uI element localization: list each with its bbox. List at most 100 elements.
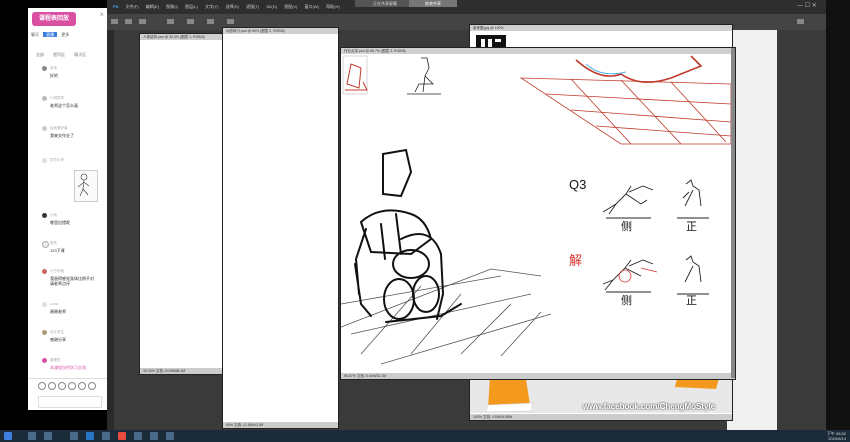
chat-input[interactable] <box>38 396 102 408</box>
emoji-icon[interactable] <box>38 382 46 390</box>
menu-layer[interactable]: 图层(L) <box>185 4 198 9</box>
brush-icon[interactable] <box>111 19 118 24</box>
ps-taskbar-icon[interactable] <box>86 432 94 440</box>
document-tab[interactable]: 参考图.jpg @ 100% <box>470 25 732 31</box>
menu-edit[interactable]: 编辑(E) <box>146 4 159 9</box>
menu-file[interactable]: 文件(F) <box>125 4 138 9</box>
sender-name: 管理员 <box>50 358 61 362</box>
sender-name: 绘画爱好者 <box>50 126 68 130</box>
sender-name: 学员小李 <box>50 158 64 162</box>
preset-icon[interactable] <box>125 19 132 24</box>
settings-icon[interactable] <box>166 432 174 440</box>
message-text: 感谢分享 <box>50 337 66 342</box>
subtab-chat[interactable]: 聊天区 <box>74 52 86 57</box>
chat-subtabs: 全部 提问区 聊天区 <box>28 52 107 58</box>
right-edge <box>826 0 850 430</box>
status-bar: 50% 文档: 12.5M/40.2M <box>223 422 338 428</box>
app-logo: 课程表回放 <box>32 12 76 26</box>
clock-icon[interactable] <box>78 382 86 390</box>
browser-icon[interactable] <box>102 432 110 440</box>
opacity-icon[interactable] <box>167 19 174 24</box>
search-icon[interactable] <box>28 432 36 440</box>
menu-type[interactable]: 文字(Y) <box>205 4 218 9</box>
sender-name: 设计学生 <box>50 330 64 334</box>
menu-help[interactable]: 帮助(H) <box>326 4 340 9</box>
chat-app-icon[interactable] <box>118 432 126 440</box>
annotation-solution: 解 <box>569 253 583 268</box>
menu-view[interactable]: 视图(V) <box>284 4 297 9</box>
status-bar: 100% 文档: 4.55M/4.55M <box>470 414 732 420</box>
system-clock[interactable]: 下午 08:52 2020/6/14 <box>827 431 846 441</box>
taskview-icon[interactable] <box>44 432 52 440</box>
bell-icon[interactable] <box>88 382 96 390</box>
avatar <box>42 330 47 335</box>
music-icon[interactable] <box>150 432 158 440</box>
workspace-icon[interactable] <box>797 19 804 24</box>
avatar <box>42 213 47 218</box>
subtab-all[interactable]: 全部 <box>36 52 44 57</box>
image-icon[interactable] <box>48 382 56 390</box>
airbrush-icon[interactable] <box>207 19 214 24</box>
chat-toolbar <box>28 378 107 393</box>
drawing-canvas <box>341 55 732 365</box>
scrollbar[interactable] <box>731 48 735 378</box>
folder-icon[interactable] <box>134 432 142 440</box>
window-controls[interactable]: — ☐ ✕ <box>797 2 823 10</box>
sender-name: Luna <box>50 302 58 306</box>
status-bar: 66.67% 文档: 8.44M/32.1M <box>341 373 735 379</box>
menu-window[interactable]: 窗口(W) <box>305 4 319 9</box>
message-text: 哪里出错呢 <box>50 220 70 225</box>
app-icon[interactable] <box>70 432 78 440</box>
avatar <box>42 358 47 363</box>
gift-icon[interactable] <box>58 382 66 390</box>
tab-more[interactable]: 更多 <box>61 32 69 37</box>
pressure-icon[interactable] <box>227 19 234 24</box>
avatar <box>42 66 47 71</box>
stop-share-button[interactable]: 结束共享 <box>409 0 457 7</box>
subtab-questions[interactable]: 提问区 <box>53 52 65 57</box>
sender-name: 小明同学 <box>50 96 64 100</box>
message-text: 老师这个怎么画 <box>50 103 78 108</box>
tab-chat[interactable]: 聊天 <box>31 32 39 37</box>
annotation-side-2: 侧 <box>621 295 632 307</box>
screen-share-status: 正在共享屏幕 <box>355 0 415 7</box>
sender-name: 老师 <box>50 66 57 70</box>
sender-name: 小白学画 <box>50 269 64 273</box>
message-text: 本课程仅供学习交流 <box>50 365 86 370</box>
annotation-q3: Q3 <box>569 177 587 192</box>
annotation-front: 正 <box>686 221 697 233</box>
avatar <box>42 96 47 101</box>
sketch-thumbnail-icon <box>77 173 90 197</box>
canvas[interactable]: Q3 侧 正 解 侧 正 <box>341 54 735 373</box>
mode-icon[interactable] <box>139 19 146 24</box>
avatar <box>42 158 47 163</box>
canvas[interactable] <box>223 34 338 422</box>
sender-name: 阿杰 <box>50 241 57 245</box>
tab-live[interactable]: 直播 <box>43 32 58 37</box>
annotation-front-2: 正 <box>686 295 697 307</box>
image-attachment[interactable] <box>74 170 98 202</box>
tools-panel <box>107 30 114 430</box>
taskbar: 下午 08:52 2020/6/14 <box>0 430 850 442</box>
flow-icon[interactable] <box>187 19 194 24</box>
menu-image[interactable]: 图像(I) <box>166 4 178 9</box>
message-text: 请老师点评 <box>50 281 70 286</box>
message-text: 我来交作业了 <box>50 133 74 138</box>
document-window-main[interactable]: 作业点评.psd @ 66.7% (图层 3, RGB/8) Q3 侧 正 解 … <box>340 47 736 380</box>
avatar <box>42 241 49 248</box>
annotation-side: 侧 <box>621 221 632 233</box>
close-icon[interactable]: × <box>99 10 104 19</box>
menu-select[interactable]: 选择(S) <box>226 4 239 9</box>
sender-name: 小雨 <box>50 213 57 217</box>
ps-logo: PS <box>113 4 119 9</box>
document-window-gesture[interactable]: 动态练习.psd @ 50% (图层 2, RGB/8) 50% 文档: 12.… <box>222 27 339 429</box>
mail-icon[interactable] <box>68 382 76 390</box>
avatar <box>42 302 47 307</box>
menu-3d[interactable]: 3D(D) <box>266 4 277 9</box>
message-text: 123下课 <box>50 248 65 253</box>
chat-tabs: 聊天 直播 更多 <box>28 32 107 42</box>
start-icon[interactable] <box>4 432 12 440</box>
photoshop-window: PS 文件(F) 编辑(E) 图像(I) 图层(L) 文字(Y) 选择(S) 滤… <box>107 0 826 430</box>
chat-panel: 课程表回放 × 聊天 直播 更多 全部 提问区 聊天区 老师 好的 小明同学 老… <box>28 8 107 410</box>
menu-filter[interactable]: 滤镜(T) <box>246 4 259 9</box>
